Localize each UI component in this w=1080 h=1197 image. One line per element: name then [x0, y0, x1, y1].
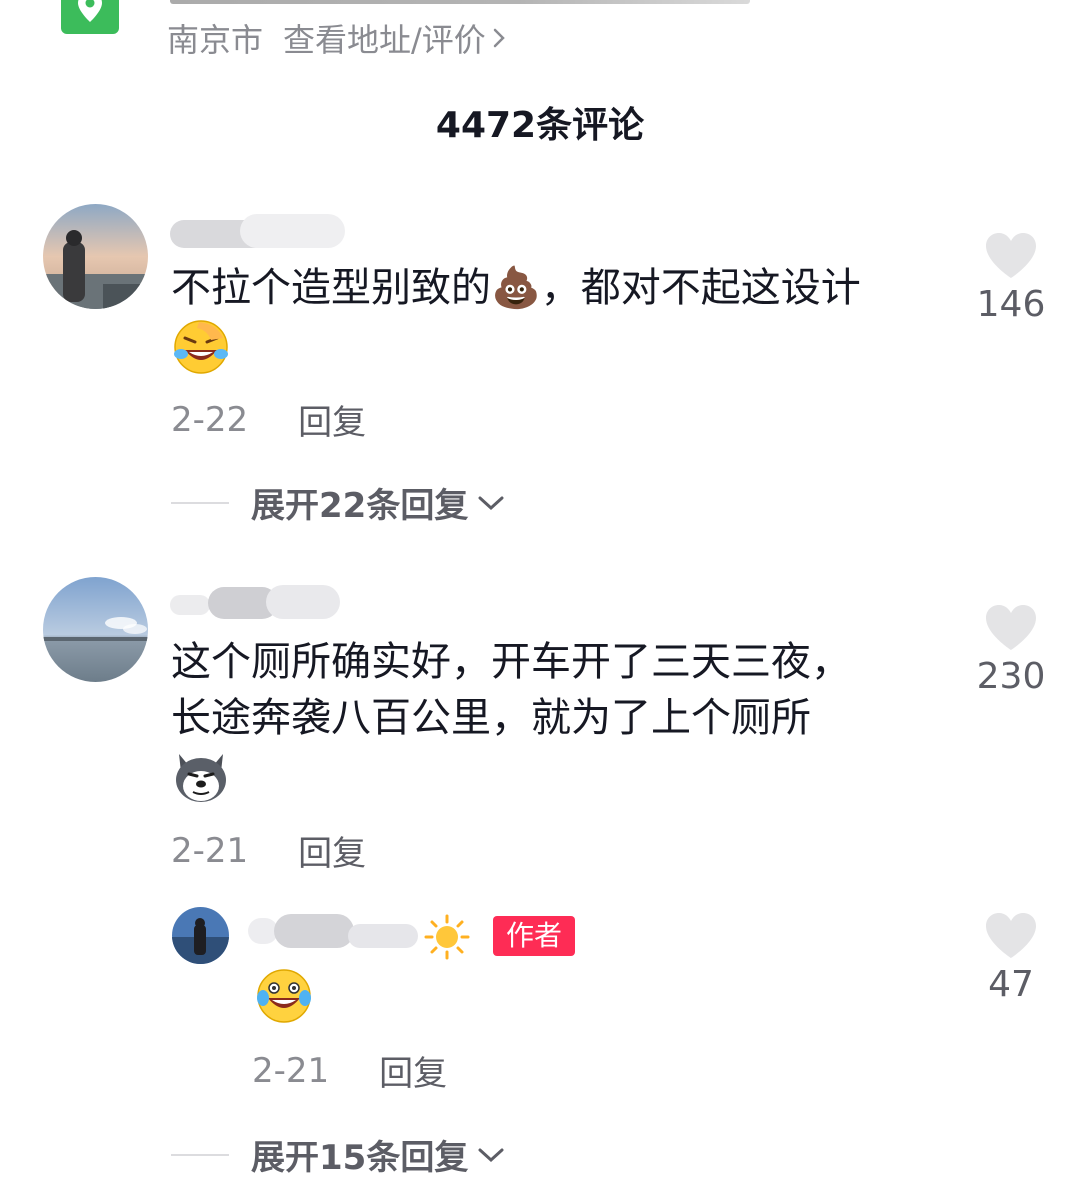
heart-icon: [986, 233, 1036, 278]
chevron-down-icon: [478, 496, 504, 510]
reply-date: 2-21: [252, 1050, 330, 1091]
avatar[interactable]: [43, 577, 148, 682]
comment-meta: 2-22 回复: [171, 395, 366, 444]
like-count: 146: [976, 284, 1046, 325]
location-name-cropped: [170, 0, 750, 4]
comment-count-title: 4472条评论: [435, 105, 645, 146]
map-location-icon[interactable]: [61, 0, 119, 34]
laugh-cry-emoji: [171, 318, 861, 378]
comment-date: 2-21: [171, 830, 249, 871]
husky-dog-emoji: [171, 748, 851, 808]
comment-text-line: 这个厕所确实好，开车开了三天三夜，: [171, 639, 851, 685]
comment-meta: 2-21 回复: [171, 826, 366, 875]
reply-button[interactable]: 回复: [298, 395, 366, 444]
expand-replies-label: 展开15条回复: [251, 1138, 469, 1178]
comment-text: 不拉个造型别致的💩，都对不起这设计: [171, 260, 861, 378]
author-badge: 作者: [493, 916, 575, 956]
divider-line: [171, 501, 229, 504]
heart-icon: [986, 913, 1036, 958]
comment-date: 2-22: [171, 399, 249, 440]
like-button[interactable]: 146: [956, 232, 1066, 325]
reply-meta: 2-21 回复: [252, 1046, 447, 1095]
divider-line: [171, 1153, 229, 1156]
chevron-down-icon: [478, 1148, 504, 1162]
comment-text-line: 不拉个造型别致的💩，都对不起这设计: [171, 265, 861, 311]
heart-icon: [986, 605, 1036, 650]
location-row[interactable]: 南京市 查看地址/评价: [167, 16, 506, 60]
expand-replies-label: 展开22条回复: [251, 486, 469, 526]
view-address-reviews-link[interactable]: 查看地址/评价: [283, 15, 506, 61]
tears-of-joy-emoji: [255, 968, 313, 1028]
reply-button[interactable]: 回复: [298, 826, 366, 875]
comment-text: 这个厕所确实好，开车开了三天三夜， 长途奔袭八百公里，就为了上个厕所: [171, 634, 851, 808]
like-count: 47: [988, 964, 1034, 1005]
expand-replies-button[interactable]: 展开22条回复: [171, 478, 506, 527]
avatar[interactable]: [43, 204, 148, 309]
view-address-reviews-label: 查看地址/评价: [283, 21, 486, 59]
username-blurred[interactable]: [248, 914, 418, 948]
reply-button[interactable]: 回复: [379, 1046, 447, 1095]
location-city: 南京市: [167, 21, 264, 59]
like-button[interactable]: 230: [956, 604, 1066, 697]
like-button[interactable]: 47: [956, 912, 1066, 1005]
like-count: 230: [976, 656, 1046, 697]
expand-replies-button[interactable]: 展开15条回复: [171, 1130, 506, 1179]
sun-icon: [424, 914, 470, 964]
avatar[interactable]: [172, 907, 229, 964]
comment-text-line: 长途奔袭八百公里，就为了上个厕所: [171, 695, 811, 741]
username-blurred[interactable]: [170, 585, 340, 619]
username-blurred[interactable]: [170, 214, 345, 248]
chevron-right-icon: [493, 28, 505, 48]
